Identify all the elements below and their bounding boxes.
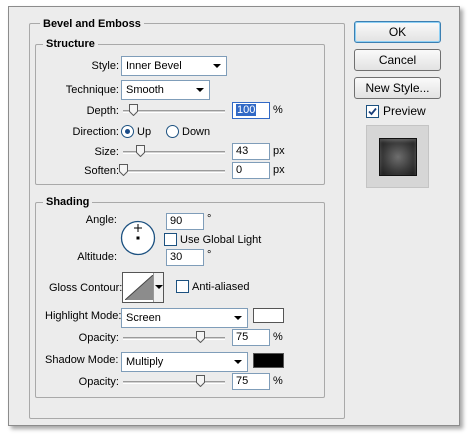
direction-down-label[interactable]: Down bbox=[182, 125, 210, 139]
anti-aliased-checkbox[interactable] bbox=[176, 280, 189, 293]
size-value: 43 bbox=[236, 145, 249, 157]
highlight-opacity-slider-thumb[interactable] bbox=[195, 331, 205, 343]
shadow-opacity-value: 75 bbox=[236, 375, 249, 387]
soften-value: 0 bbox=[236, 164, 243, 176]
size-field[interactable]: 43 bbox=[232, 143, 270, 160]
contour-preview-icon bbox=[125, 275, 153, 300]
chevron-down-icon bbox=[234, 360, 242, 364]
use-global-light-label[interactable]: Use Global Light bbox=[180, 233, 261, 247]
style-label: Style: bbox=[91, 60, 119, 72]
preview-label[interactable]: Preview bbox=[383, 104, 426, 118]
highlight-opacity-label: Opacity: bbox=[78, 332, 119, 344]
highlight-mode-value: Screen bbox=[126, 312, 161, 324]
shadow-color-swatch[interactable] bbox=[253, 353, 284, 368]
highlight-mode-select[interactable]: Screen bbox=[121, 308, 248, 328]
angle-field[interactable]: 90 bbox=[166, 213, 204, 230]
depth-slider-track[interactable] bbox=[123, 110, 225, 113]
technique-label: Technique: bbox=[65, 84, 119, 96]
depth-field[interactable]: 100 bbox=[232, 102, 270, 119]
new-style-button[interactable]: New Style... bbox=[354, 77, 441, 99]
angle-unit: ° bbox=[207, 213, 212, 225]
depth-unit: % bbox=[273, 104, 283, 116]
gloss-contour-picker[interactable] bbox=[122, 272, 164, 303]
depth-label: Depth: bbox=[86, 105, 119, 117]
altitude-value: 30 bbox=[170, 251, 183, 263]
highlight-opacity-value: 75 bbox=[236, 331, 249, 343]
shadow-mode-label: Shadow Mode: bbox=[45, 354, 119, 366]
direction-down-radio[interactable] bbox=[166, 125, 179, 138]
bevel-emboss-dialog: Bevel and Emboss Structure Style: Inner … bbox=[8, 6, 460, 426]
direction-label: Direction: bbox=[72, 126, 119, 138]
structure-title: Structure bbox=[43, 38, 98, 50]
highlight-opacity-slider-track[interactable] bbox=[123, 337, 225, 340]
technique-select-value: Smooth bbox=[126, 84, 164, 96]
technique-select[interactable]: Smooth bbox=[121, 80, 210, 100]
use-global-light-checkbox[interactable] bbox=[164, 233, 177, 246]
shadow-mode-value: Multiply bbox=[126, 356, 164, 368]
size-unit: px bbox=[273, 145, 285, 157]
shadow-opacity-unit: % bbox=[273, 375, 283, 387]
direction-up-label[interactable]: Up bbox=[137, 125, 151, 139]
altitude-unit: ° bbox=[207, 249, 212, 261]
depth-slider-thumb[interactable] bbox=[129, 104, 139, 116]
style-select-value: Inner Bevel bbox=[126, 60, 182, 72]
chevron-down-icon bbox=[196, 88, 204, 92]
shadow-opacity-label: Opacity: bbox=[78, 376, 119, 388]
chevron-down-icon bbox=[234, 316, 242, 320]
shadow-opacity-slider-thumb[interactable] bbox=[195, 375, 205, 387]
highlight-opacity-field[interactable]: 75 bbox=[232, 329, 270, 346]
cancel-button[interactable]: Cancel bbox=[354, 49, 441, 71]
soften-label: Soften: bbox=[84, 165, 119, 177]
angle-dial[interactable] bbox=[120, 220, 156, 256]
depth-value: 100 bbox=[236, 104, 257, 116]
anti-aliased-label[interactable]: Anti-aliased bbox=[192, 280, 249, 294]
chevron-down-icon bbox=[213, 64, 221, 68]
size-label: Size: bbox=[94, 146, 119, 158]
ok-button[interactable]: OK bbox=[354, 21, 441, 43]
shadow-opacity-field[interactable]: 75 bbox=[232, 373, 270, 390]
size-slider-thumb[interactable] bbox=[136, 145, 146, 157]
altitude-field[interactable]: 30 bbox=[166, 249, 204, 266]
angle-label: Angle: bbox=[85, 214, 117, 226]
radio-selected-dot bbox=[125, 129, 130, 134]
soften-field[interactable]: 0 bbox=[232, 162, 270, 179]
highlight-color-swatch[interactable] bbox=[253, 308, 284, 323]
gloss-contour-label: Gloss Contour: bbox=[49, 282, 123, 294]
preview-checkbox[interactable] bbox=[366, 105, 379, 118]
shading-title: Shading bbox=[43, 196, 93, 208]
angle-value: 90 bbox=[170, 215, 183, 227]
preview-bevel-sample bbox=[379, 138, 417, 176]
highlight-mode-label: Highlight Mode: bbox=[45, 310, 122, 322]
soften-slider-track[interactable] bbox=[123, 170, 225, 173]
preview-swatch bbox=[366, 125, 429, 188]
chevron-down-icon[interactable] bbox=[153, 273, 163, 302]
altitude-label: Altitude: bbox=[77, 251, 117, 263]
section-title: Bevel and Emboss bbox=[40, 18, 144, 30]
soften-slider-thumb[interactable] bbox=[119, 164, 128, 176]
highlight-opacity-unit: % bbox=[273, 331, 283, 343]
checkmark-icon bbox=[368, 107, 377, 116]
direction-up-radio[interactable] bbox=[121, 125, 134, 138]
soften-unit: px bbox=[273, 164, 285, 176]
shadow-mode-select[interactable]: Multiply bbox=[121, 352, 248, 372]
style-select[interactable]: Inner Bevel bbox=[121, 56, 227, 76]
shadow-opacity-slider-track[interactable] bbox=[123, 381, 225, 384]
